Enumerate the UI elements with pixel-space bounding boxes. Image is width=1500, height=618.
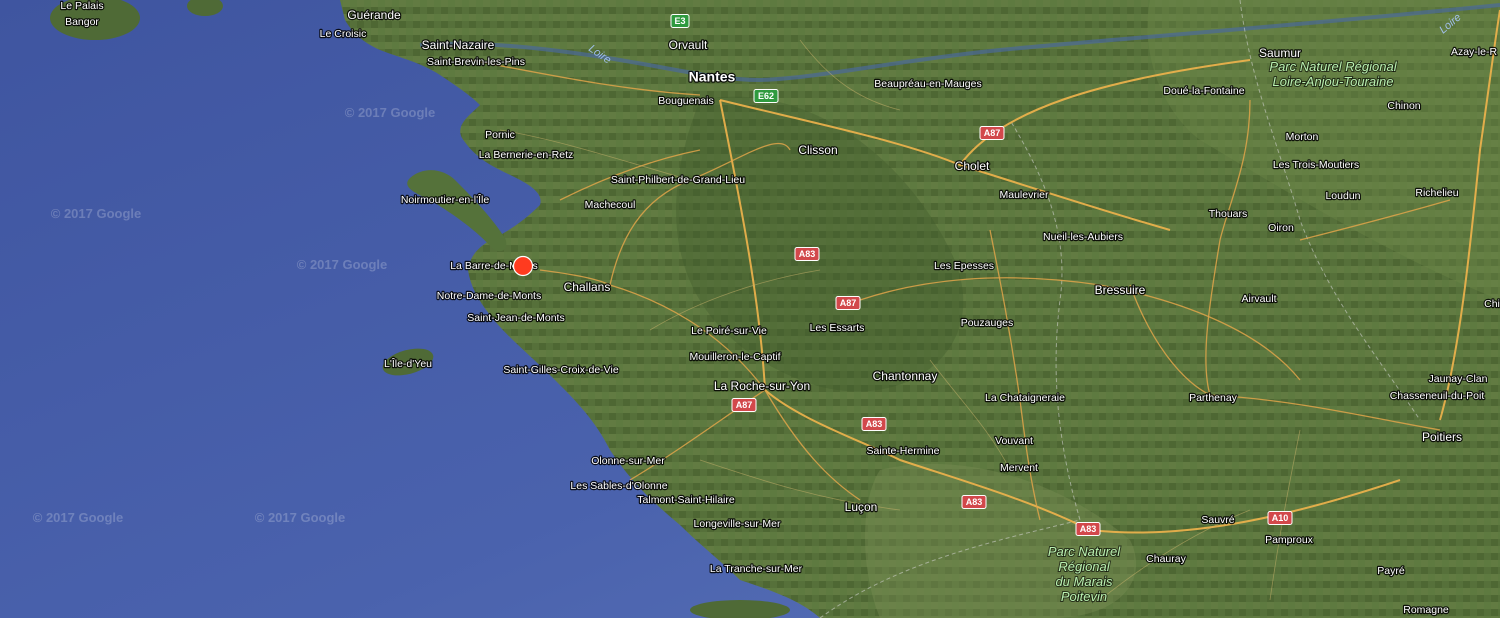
place-label: Bressuire: [1095, 283, 1146, 297]
place-label: Parthenay: [1189, 392, 1238, 404]
road-shield: A87: [835, 296, 861, 310]
road-shield-label: A83: [1080, 524, 1097, 534]
place-label: Saint-Brevin-les-Pins: [427, 56, 525, 68]
watermark: © 2017 Google: [345, 105, 436, 120]
road-shield: A87: [979, 126, 1005, 140]
place-label: Machecoul: [585, 199, 636, 211]
road-shield: A83: [1075, 522, 1101, 536]
road-shield-label: A87: [840, 298, 857, 308]
watermark: © 2017 Google: [51, 206, 142, 221]
road-shield: A83: [794, 247, 820, 261]
place-label: Le Croisic: [320, 28, 367, 40]
place-label: L'Île-d'Yeu: [384, 357, 432, 370]
place-label: Bangor: [65, 16, 99, 28]
place-label: Orvault: [669, 38, 708, 52]
place-label: Chi: [1484, 298, 1500, 310]
place-label: Maulevrier: [999, 189, 1049, 201]
place-label: Les Trois-Moutiers: [1273, 159, 1359, 171]
place-label: Les Sables-d'Olonne: [570, 480, 667, 492]
place-label: La Tranche-sur-Mer: [710, 563, 803, 575]
satellite-map[interactable]: © 2017 Google © 2017 Google © 2017 Google ©…: [0, 0, 1500, 618]
place-label: Sauvré: [1201, 514, 1234, 526]
road-shield: A10: [1267, 511, 1293, 525]
road-shield-label: A10: [1272, 513, 1289, 523]
road-shield: A83: [861, 417, 887, 431]
place-label: Nueil-les-Aubiers: [1043, 231, 1123, 243]
place-label: Richelieu: [1415, 187, 1458, 199]
place-label: Clisson: [798, 143, 837, 157]
place-label: Les Epesses: [934, 260, 994, 272]
road-shield: E62: [753, 89, 779, 103]
watermark: © 2017 Google: [255, 510, 346, 525]
place-label: Challans: [564, 280, 611, 294]
place-label: La Bernerie-en-Retz: [479, 149, 574, 161]
place-label: Chinon: [1387, 100, 1420, 112]
road-shield-label: A83: [866, 419, 883, 429]
place-label: Azay-le-R: [1451, 46, 1498, 58]
place-label: Saint-Nazaire: [422, 38, 495, 52]
road-shield-label: E3: [674, 16, 685, 26]
place-label: Les Essarts: [810, 322, 865, 334]
place-label: Pouzauges: [961, 317, 1014, 329]
place-label: Guérande: [347, 8, 401, 22]
place-label: Olonne-sur-Mer: [591, 455, 665, 467]
road-shield-label: A83: [799, 249, 816, 259]
place-label: Doué-la-Fontaine: [1163, 85, 1244, 97]
place-label: Beaupréau-en-Mauges: [874, 78, 981, 90]
road-shield-label: A87: [736, 400, 753, 410]
place-label: Luçon: [845, 500, 878, 514]
park-label: Régional: [1058, 559, 1110, 574]
road-shield: A87: [731, 398, 757, 412]
place-label: Pamproux: [1265, 534, 1314, 546]
place-label: Airvault: [1241, 293, 1276, 305]
place-label: Jaunay-Clan: [1429, 373, 1488, 385]
place-label: Mervent: [1000, 462, 1038, 474]
place-label: Morton: [1286, 131, 1319, 143]
park-label: du Marais: [1055, 574, 1113, 589]
place-label: Cholet: [955, 159, 990, 173]
place-label: Longeville-sur-Mer: [694, 518, 781, 530]
road-shield: E3: [670, 14, 690, 28]
place-label: Vouvant: [995, 435, 1033, 447]
park-label: Poitevin: [1061, 589, 1107, 604]
place-label: Sainte-Hermine: [867, 445, 940, 457]
place-label: Romagne: [1403, 604, 1449, 616]
place-label: Saint-Philbert-de-Grand-Lieu: [611, 174, 745, 186]
road-shield: A83: [961, 495, 987, 509]
road-shield-label: E62: [758, 91, 774, 101]
road-shield-label: A83: [966, 497, 983, 507]
place-label: Chauray: [1146, 553, 1186, 565]
road-shield-label: A87: [984, 128, 1001, 138]
place-label: Saint-Jean-de-Monts: [467, 312, 564, 324]
park-label: Parc Naturel: [1048, 544, 1121, 559]
place-label: La Chataigneraie: [985, 392, 1065, 404]
place-label: Noirmoutier-en-l'Île: [401, 193, 490, 206]
park-label: Loire-Anjou-Touraine: [1273, 74, 1394, 89]
place-label: Mouilleron-le-Captif: [689, 351, 780, 363]
place-label: Chantonnay: [873, 369, 938, 383]
place-label: Chasseneuil-du-Poit: [1390, 390, 1485, 402]
watermark: © 2017 Google: [297, 257, 388, 272]
place-label: Le Poiré-sur-Vie: [691, 325, 767, 337]
place-label: Nantes: [689, 69, 736, 85]
place-label: Loudun: [1325, 190, 1360, 202]
place-label: Thouars: [1209, 208, 1248, 220]
place-label: Talmont-Saint-Hilaire: [637, 494, 735, 506]
place-label: La Roche-sur-Yon: [714, 379, 810, 393]
watermark: © 2017 Google: [33, 510, 124, 525]
place-label: Oiron: [1268, 222, 1294, 234]
place-label: Bouguenais: [658, 95, 713, 107]
place-label: Le Palais: [60, 0, 103, 12]
place-label: Payré: [1377, 565, 1405, 577]
park-label: Parc Naturel Régional: [1269, 59, 1397, 74]
place-label: Saint-Gilles-Croix-de-Vie: [503, 364, 619, 376]
place-label: Notre-Dame-de-Monts: [437, 290, 541, 302]
place-label: Pornic: [485, 129, 515, 141]
location-marker[interactable]: [512, 255, 534, 277]
place-label: Poitiers: [1422, 430, 1462, 444]
